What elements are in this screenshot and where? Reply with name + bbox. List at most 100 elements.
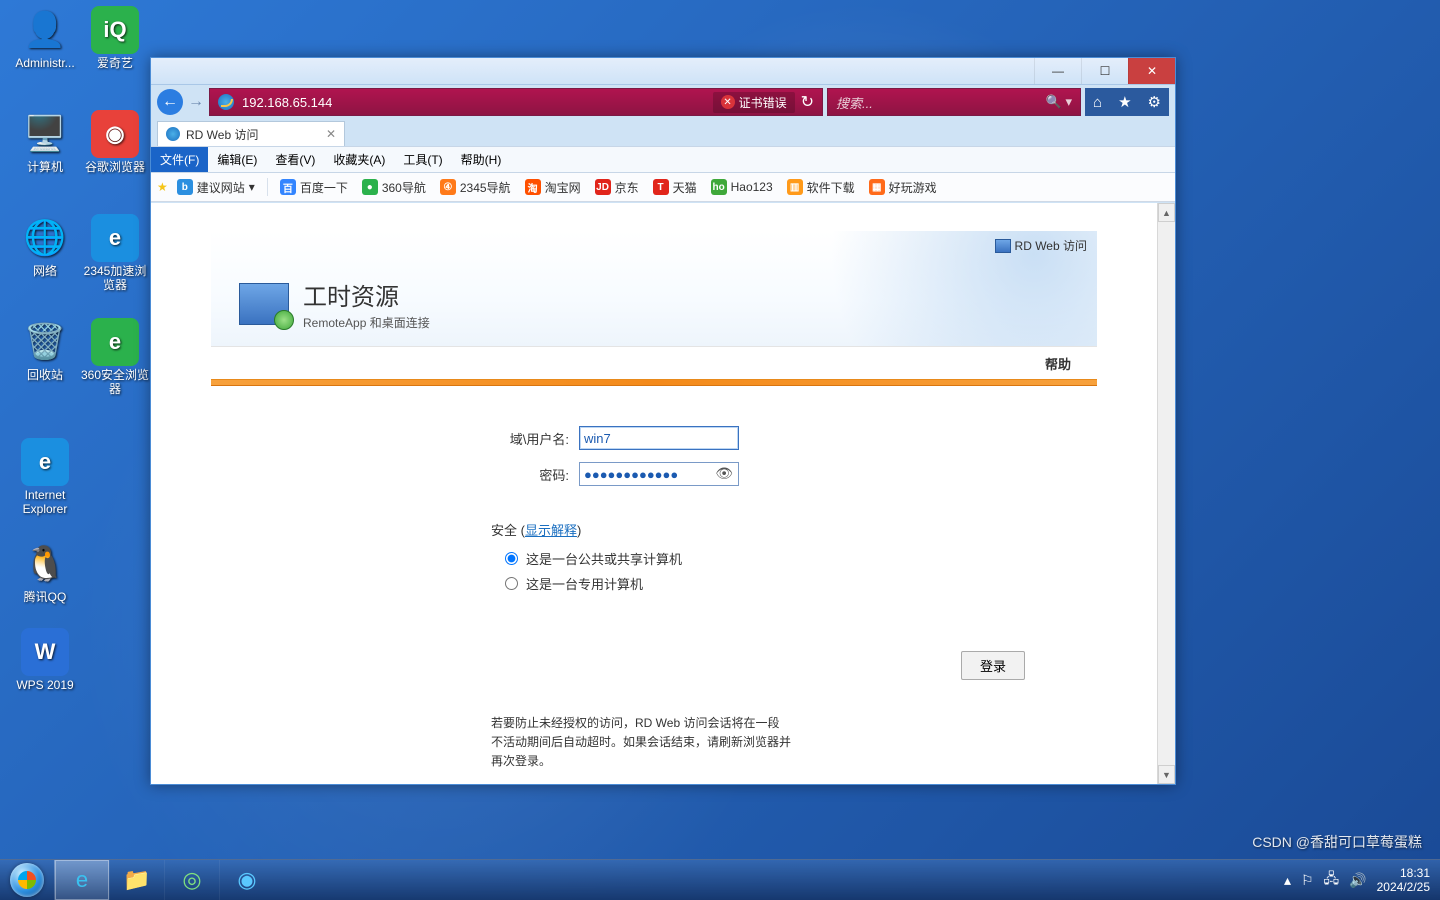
tab-title: RD Web 访问: [186, 126, 258, 143]
menu-view[interactable]: 查看(V): [266, 147, 324, 172]
session-note: 若要防止未经授权的访问，RD Web 访问会话将在一段不活动期间后自动超时。如果…: [491, 714, 791, 772]
radio-private-input[interactable]: [505, 577, 518, 590]
fav-link-label: 淘宝网: [545, 179, 581, 196]
menu-favorites[interactable]: 收藏夹(A): [324, 147, 394, 172]
home-icon[interactable]: ⌂: [1093, 94, 1102, 111]
folder-icon: 📁: [123, 867, 150, 893]
desktop-icon[interactable]: ◉谷歌浏览器: [78, 110, 152, 174]
tray-chevron-icon[interactable]: ▴: [1284, 872, 1291, 889]
start-orb-icon: [10, 863, 44, 897]
desktop-icon[interactable]: 👤Administr...: [8, 6, 82, 70]
desktop-icon[interactable]: iQ爱奇艺: [78, 6, 152, 70]
fav-link[interactable]: hoHao123: [706, 179, 778, 195]
fav-favicon: 淘: [525, 179, 541, 195]
radio-private-label: 这是一台专用计算机: [526, 574, 643, 593]
rd-help-link[interactable]: 帮助: [211, 346, 1097, 379]
favorites-bar: ★ b 建议网站 ▾ 百百度一下●360导航④2345导航淘淘宝网JD京东T天猫…: [151, 173, 1175, 202]
maximize-button[interactable]: ☐: [1081, 58, 1128, 84]
menu-tools[interactable]: 工具(T): [394, 147, 451, 172]
chevron-down-icon: ▾: [249, 180, 255, 194]
ie-icon: e: [76, 867, 88, 893]
desktop-icon[interactable]: e2345加速浏 览器: [78, 214, 152, 292]
radio-public-input[interactable]: [505, 552, 518, 565]
fav-suggested[interactable]: b 建议网站 ▾: [172, 179, 260, 196]
menu-help[interactable]: 帮助(H): [452, 147, 511, 172]
refresh-button[interactable]: ↻: [801, 92, 814, 112]
fav-link[interactable]: T天猫: [648, 179, 702, 196]
tray-volume-icon[interactable]: 🔊: [1349, 872, 1366, 889]
bing-icon: b: [177, 179, 193, 195]
security-explain-link[interactable]: 显示解释: [525, 523, 577, 538]
desktop-icon[interactable]: 🌐网络: [8, 214, 82, 278]
fav-suggested-label: 建议网站: [197, 179, 245, 196]
minimize-button[interactable]: —: [1034, 58, 1081, 84]
username-input[interactable]: [579, 426, 739, 450]
fav-favicon: ▥: [787, 179, 803, 195]
desktop-icon[interactable]: 🖥️计算机: [8, 110, 82, 174]
taskbar-explorer[interactable]: 📁: [109, 860, 164, 900]
desktop-icon[interactable]: eInternet Explorer: [8, 438, 82, 516]
tab-rdweb[interactable]: RD Web 访问 ✕: [157, 121, 345, 146]
window-titlebar[interactable]: — ☐ ✕: [151, 58, 1175, 85]
search-bar[interactable]: 搜索... 🔍 ▾: [827, 88, 1081, 116]
tools-icon[interactable]: ⚙: [1148, 93, 1161, 111]
desktop-icon-label: 爱奇艺: [78, 56, 152, 70]
app-icon: 🐧: [21, 540, 69, 588]
search-placeholder: 搜索...: [836, 93, 873, 112]
fav-link[interactable]: 百百度一下: [275, 179, 353, 196]
menu-edit[interactable]: 编辑(E): [208, 147, 266, 172]
page-content: RD Web 访问 工时资源 RemoteApp 和桌面连接 帮助: [151, 203, 1157, 784]
radio-public[interactable]: 这是一台公共或共享计算机: [505, 549, 1037, 568]
desktop-icon-label: 回收站: [8, 368, 82, 382]
desktop-icon[interactable]: WWPS 2019: [8, 628, 82, 692]
tab-favicon: [166, 127, 180, 141]
clock-time: 18:31: [1377, 866, 1430, 880]
desktop-icon[interactable]: e360安全浏览 器: [78, 318, 152, 396]
scroll-up-icon[interactable]: ▲: [1158, 203, 1175, 222]
address-bar[interactable]: 192.168.65.144 ✕ 证书错误 ↻: [209, 88, 823, 116]
desktop-icon-label: 谷歌浏览器: [78, 160, 152, 174]
menu-file[interactable]: 文件(F): [151, 147, 208, 172]
radio-private[interactable]: 这是一台专用计算机: [505, 574, 1037, 593]
taskbar-ie[interactable]: e: [54, 860, 109, 900]
taskbar-2345[interactable]: ◉: [219, 860, 274, 900]
cert-error-label: 证书错误: [739, 94, 787, 111]
desktop-icon[interactable]: 🗑️回收站: [8, 318, 82, 382]
desktop-icon[interactable]: 🐧腾讯QQ: [8, 540, 82, 604]
cert-error-icon: ✕: [721, 95, 735, 109]
fav-link[interactable]: ④2345导航: [435, 179, 516, 196]
cert-error-badge[interactable]: ✕ 证书错误: [713, 92, 795, 113]
fav-star-icon[interactable]: ★: [157, 180, 168, 194]
fav-link[interactable]: 淘淘宝网: [520, 179, 586, 196]
nav-row: ← → 192.168.65.144 ✕ 证书错误 ↻ 搜索... 🔍 ▾ ⌂ …: [151, 85, 1175, 119]
taskbar-clock[interactable]: 18:31 2024/2/25: [1377, 866, 1430, 894]
close-button[interactable]: ✕: [1128, 58, 1175, 84]
vertical-scrollbar[interactable]: ▲ ▼: [1157, 203, 1175, 784]
taskbar-360[interactable]: ◎: [164, 860, 219, 900]
system-tray[interactable]: ▴ ⚐ 🖧 🔊 18:31 2024/2/25: [1274, 860, 1440, 900]
tray-flag-icon[interactable]: ⚐: [1301, 872, 1314, 889]
fav-link[interactable]: JD京东: [590, 179, 644, 196]
start-button[interactable]: [0, 860, 54, 900]
rd-badge: RD Web 访问: [995, 237, 1087, 254]
scroll-down-icon[interactable]: ▼: [1158, 765, 1175, 784]
forward-button[interactable]: →: [185, 85, 207, 119]
fav-favicon: ●: [362, 179, 378, 195]
fav-link[interactable]: ●360导航: [357, 179, 431, 196]
back-button[interactable]: ←: [157, 89, 183, 115]
menu-bar: 文件(F) 编辑(E) 查看(V) 收藏夹(A) 工具(T) 帮助(H): [151, 146, 1175, 173]
fav-link[interactable]: ▦好玩游戏: [864, 179, 942, 196]
fav-favicon: T: [653, 179, 669, 195]
search-icon[interactable]: 🔍 ▾: [1046, 94, 1072, 110]
login-button[interactable]: 登录: [961, 651, 1025, 680]
fav-link-label: 好玩游戏: [889, 179, 937, 196]
rd-header: RD Web 访问 工时资源 RemoteApp 和桌面连接: [211, 231, 1097, 346]
browser-360-icon: ◎: [182, 867, 201, 893]
tab-close-icon[interactable]: ✕: [326, 127, 336, 141]
reveal-password-icon[interactable]: 👁: [715, 465, 733, 482]
fav-link[interactable]: ▥软件下载: [782, 179, 860, 196]
rd-subtitle: RemoteApp 和桌面连接: [303, 314, 430, 331]
desktop-icon-label: Internet Explorer: [8, 488, 82, 516]
favorites-icon[interactable]: ★: [1118, 93, 1131, 111]
tray-network-icon[interactable]: 🖧: [1324, 868, 1340, 892]
